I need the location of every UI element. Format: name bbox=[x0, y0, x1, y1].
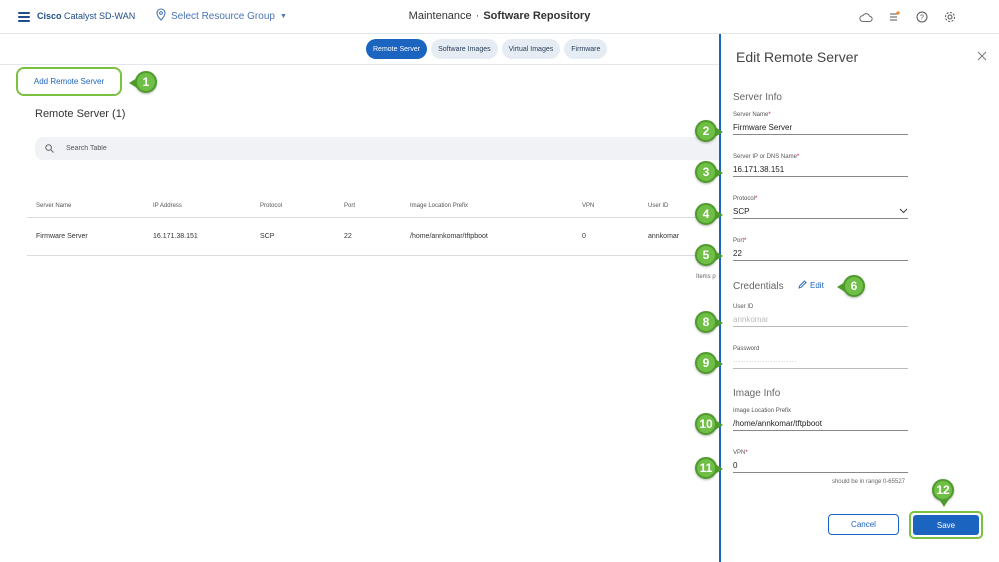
add-remote-server-button[interactable]: Add Remote Server bbox=[16, 67, 122, 96]
tab-bar: Remote Server Software Images Virtual Im… bbox=[366, 39, 608, 59]
column-header[interactable]: Image Location Prefix bbox=[401, 196, 573, 218]
items-per-page-label: Items p bbox=[696, 274, 716, 280]
cell-protocol: SCP bbox=[251, 217, 335, 256]
cancel-button[interactable]: Cancel bbox=[828, 514, 899, 535]
port-label: Port bbox=[733, 238, 745, 244]
server-name-field: Server Name* bbox=[733, 112, 908, 135]
title-separator: · bbox=[475, 10, 480, 22]
title-section: Maintenance bbox=[408, 10, 472, 22]
search-icon bbox=[45, 140, 54, 158]
password-input: ························ bbox=[733, 355, 908, 369]
cell-image-location: /home/annkomar/tftpboot bbox=[401, 217, 573, 256]
help-icon[interactable]: ? bbox=[915, 10, 929, 24]
search-input[interactable] bbox=[66, 145, 366, 152]
vpn-label: VPN bbox=[733, 450, 746, 456]
edit-link-label: Edit bbox=[810, 281, 824, 290]
image-prefix-field: Image Location Prefix bbox=[733, 408, 908, 431]
protocol-field: Protocol* SCP bbox=[733, 196, 908, 219]
server-info-heading: Server Info bbox=[733, 92, 782, 103]
drawer-title: Edit Remote Server bbox=[736, 49, 859, 65]
required-marker: * bbox=[768, 112, 771, 118]
cloud-icon[interactable] bbox=[859, 10, 873, 24]
server-ip-field: Server IP or DNS Name* bbox=[733, 154, 908, 177]
callout-3: 3 bbox=[695, 161, 723, 183]
task-list-icon[interactable] bbox=[887, 10, 901, 24]
cell-server-name: Firmware Server bbox=[27, 217, 144, 256]
column-header[interactable]: Server Name bbox=[27, 196, 144, 218]
cell-vpn: 0 bbox=[573, 217, 639, 256]
callout-12: 12 bbox=[932, 479, 954, 507]
tab-virtual-images[interactable]: Virtual Images bbox=[501, 39, 561, 59]
settings-icon[interactable] bbox=[943, 10, 957, 24]
edit-credentials-link[interactable]: Edit bbox=[798, 280, 824, 291]
column-header[interactable]: Port bbox=[335, 196, 401, 218]
server-name-label: Server Name bbox=[733, 112, 769, 118]
title-page: Software Repository bbox=[483, 10, 591, 22]
vpn-field: VPN* bbox=[733, 450, 908, 473]
column-header[interactable]: Protocol bbox=[251, 196, 335, 218]
password-field: Password ························ bbox=[733, 346, 908, 369]
tab-firmware[interactable]: Firmware bbox=[564, 39, 608, 59]
cell-ip-address: 16.171.38.151 bbox=[144, 217, 251, 256]
column-header[interactable]: VPN bbox=[573, 196, 639, 218]
port-field: Port* bbox=[733, 238, 908, 261]
required-marker: * bbox=[796, 154, 800, 160]
edit-remote-server-drawer: Edit Remote Server Server Info Server Na… bbox=[719, 34, 999, 562]
image-info-heading: Image Info bbox=[733, 388, 781, 399]
tab-software-images[interactable]: Software Images bbox=[431, 39, 498, 59]
user-id-input: annkomar bbox=[733, 313, 908, 327]
search-bar[interactable] bbox=[35, 137, 720, 160]
image-prefix-label: Image Location Prefix bbox=[733, 408, 792, 414]
port-input[interactable] bbox=[733, 249, 908, 258]
remote-server-table: Server Name IP Address Protocol Port Ima… bbox=[27, 196, 720, 256]
required-marker: * bbox=[744, 238, 747, 244]
required-marker: * bbox=[755, 196, 758, 202]
page-title: Maintenance · Software Repository bbox=[0, 10, 999, 22]
vpn-input[interactable] bbox=[733, 461, 908, 470]
callout-1: 1 bbox=[129, 71, 157, 93]
callout-9: 9 bbox=[695, 352, 723, 374]
required-marker: * bbox=[745, 450, 748, 456]
server-ip-input[interactable] bbox=[733, 165, 908, 174]
user-id-field: User ID annkomar bbox=[733, 304, 908, 327]
protocol-select[interactable]: SCP bbox=[733, 205, 908, 219]
callout-10: 10 bbox=[695, 413, 723, 435]
server-name-input[interactable] bbox=[733, 123, 908, 132]
table-header-row: Server Name IP Address Protocol Port Ima… bbox=[27, 196, 720, 218]
save-button[interactable]: Save bbox=[913, 515, 979, 535]
close-icon[interactable] bbox=[977, 48, 987, 61]
server-ip-label: Server IP or DNS Name bbox=[733, 154, 797, 160]
callout-6: 6 bbox=[837, 275, 865, 297]
callout-4: 4 bbox=[695, 203, 723, 225]
credentials-heading: Credentials bbox=[733, 281, 784, 292]
header-divider bbox=[0, 64, 720, 65]
app-header: Cisco Catalyst SD-WAN Select Resource Gr… bbox=[0, 0, 999, 34]
callout-5: 5 bbox=[695, 244, 723, 266]
table-row[interactable]: Firmware Server 16.171.38.151 SCP 22 /ho… bbox=[27, 217, 720, 256]
header-icons: ? bbox=[859, 10, 957, 24]
protocol-label: Protocol bbox=[733, 196, 756, 202]
cell-port: 22 bbox=[335, 217, 401, 256]
section-title: Remote Server (1) bbox=[35, 108, 126, 120]
save-button-highlight: Save bbox=[909, 511, 983, 539]
image-prefix-input[interactable] bbox=[733, 419, 908, 428]
callout-11: 11 bbox=[695, 457, 723, 479]
column-header[interactable]: IP Address bbox=[144, 196, 251, 218]
vpn-range-hint: should be in range 0-65527 bbox=[831, 479, 905, 485]
svg-text:?: ? bbox=[920, 15, 924, 22]
tab-remote-server[interactable]: Remote Server bbox=[366, 39, 428, 59]
callout-8: 8 bbox=[695, 311, 723, 333]
callout-2: 2 bbox=[695, 120, 723, 142]
protocol-value: SCP bbox=[733, 206, 750, 216]
chevron-down-icon bbox=[899, 205, 908, 219]
pencil-icon bbox=[798, 280, 807, 291]
